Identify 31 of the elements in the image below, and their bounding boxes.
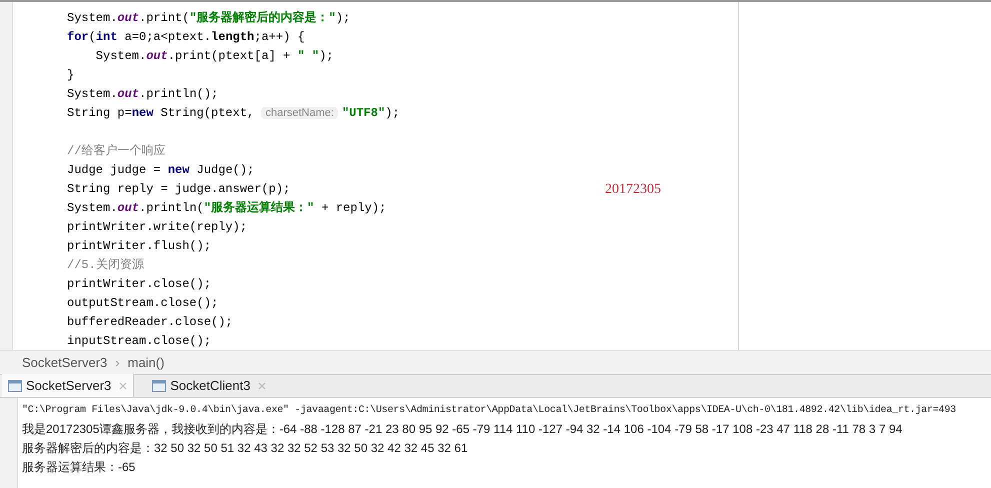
code-line: //5.关闭资源 xyxy=(67,256,144,274)
code-line: outputStream.close(); xyxy=(67,294,218,312)
annotation-text: 20172305 xyxy=(605,181,661,199)
run-tab[interactable]: SocketClient3 xyxy=(146,374,272,397)
code-line: printWriter.close(); xyxy=(67,276,212,292)
console-line: 服务器解密后的内容是：32 50 32 50 51 32 43 32 32 52 53 32 50 32 42 32 45 32 61 xyxy=(22,440,469,457)
code-line: printWriter.write(reply); xyxy=(67,218,248,236)
code-line: printWriter.flush(); xyxy=(67,238,212,254)
code-line: System.out.println("服务器运算结果：" + reply); xyxy=(67,200,386,216)
window-icon xyxy=(152,380,166,392)
console-line: 我是20172305谭鑫服务器，我接收到的内容是：-64 -88 -128 87 -21 23 80 95 92 -65 -79 114 110 -127 -94 32 -14 106 -104 -79 58 -17 108 -23 47 118 28 -11 78 3 7 94 xyxy=(22,421,904,438)
window-icon xyxy=(8,380,22,392)
breadcrumb-item[interactable]: SocketServer3 xyxy=(22,352,108,372)
breadcrumb-separator: › xyxy=(115,354,120,372)
code-line: } xyxy=(67,66,74,84)
close-icon[interactable] xyxy=(258,382,266,390)
close-icon[interactable] xyxy=(119,382,128,390)
code-line: //给客户一个响应 xyxy=(67,142,166,160)
code-line: bufferedReader.close(); xyxy=(67,314,233,330)
code-line: inputStream.close(); xyxy=(67,332,212,350)
code-line: Judge judge = new Judge(); xyxy=(67,162,254,178)
code-line: for(int a=0;a<ptext.length;a++) { xyxy=(67,28,305,46)
code-line: System.out.print(ptext[a] + " "); xyxy=(94,48,334,64)
run-tab[interactable]: SocketServer3 xyxy=(2,374,134,397)
console-line: 服务器运算结果：-65 xyxy=(22,459,136,476)
code-line: System.out.print("服务器解密后的内容是："); xyxy=(67,10,350,26)
code-line: String p=new String(ptext, charsetName: "UTF8"); xyxy=(67,104,400,122)
breadcrumb-item[interactable]: main() xyxy=(128,352,164,372)
code-line: System.out.println(); xyxy=(67,86,218,102)
code-line: String reply = judge.answer(p); xyxy=(67,180,290,198)
console-line: "C:\Program Files\Java\jdk-9.0.4\bin\java.exe" -javaagent:C:\Users\Administrator\AppData\Local\JetBrains\Toolbox\apps\IDEA-U\ch-0\181.4892.42\lib\idea_rt.jar=493 xyxy=(22,404,956,418)
